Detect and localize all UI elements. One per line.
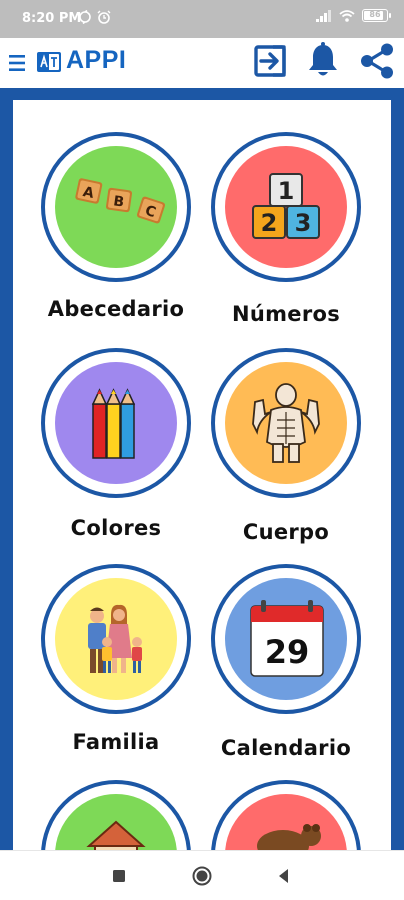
category-label: Familia [72,730,160,754]
block-number: 3 [295,209,312,237]
muscle-body-icon [225,362,347,484]
battery-level: 86 [369,10,381,19]
status-left-icons [78,10,111,24]
calendar-icon: 29 [225,578,347,700]
category-image [55,578,177,700]
category-label: Números [231,302,341,326]
back-triangle-icon[interactable] [273,865,295,887]
number-blocks-icon: 1 2 3 [225,146,347,268]
status-bar: 8:20 PM 86 [0,0,404,38]
app-screen: 8:20 PM 86 APPI A B C Abecedario 1 2 3 N… [0,0,404,900]
battery-icon: 86 [362,9,391,22]
content-frame: A B C Abecedario 1 2 3 Números Colores C… [0,88,404,860]
notifications-bell-icon[interactable] [307,42,339,78]
block-number: 1 [278,177,295,205]
share-icon[interactable] [358,42,396,80]
category-image [55,362,177,484]
category-circle [41,564,191,714]
category-image: A B C [55,146,177,268]
abc-blocks-icon: A B C [55,146,177,268]
logout-icon[interactable] [253,44,287,78]
category-circle [211,348,361,498]
signal-icon [316,9,331,22]
system-nav-bar [0,850,404,900]
home-circle-icon[interactable] [191,865,213,887]
category-circle [41,348,191,498]
app-logo-icon [37,52,61,72]
recents-square-icon[interactable] [108,865,130,887]
category-label: Abecedario [47,297,185,321]
colored-pencils-icon [55,362,177,484]
menu-icon[interactable] [9,53,25,73]
family-icon [55,578,177,700]
category-circle [211,780,361,860]
sync-icon [79,10,91,24]
category-image [225,362,347,484]
app-title: APPI [66,46,127,74]
status-right-icons: 86 [316,9,391,22]
category-image: 1 2 3 [225,146,347,268]
category-image: 29 [225,578,347,700]
block-letter: B [112,193,125,210]
category-circle: A B C [41,132,191,282]
category-circle [41,780,191,860]
wifi-icon [339,9,355,22]
alarm-icon [97,10,111,24]
app-bar: APPI [0,38,404,88]
calendar-day: 29 [265,633,310,671]
category-label: Colores [70,516,162,540]
block-number: 2 [261,209,278,237]
category-grid: A B C Abecedario 1 2 3 Números Colores C… [13,100,391,860]
status-time: 8:20 PM [22,11,82,26]
category-circle: 29 [211,564,361,714]
category-label: Calendario [220,736,352,760]
category-label: Cuerpo [242,520,330,544]
category-circle: 1 2 3 [211,132,361,282]
